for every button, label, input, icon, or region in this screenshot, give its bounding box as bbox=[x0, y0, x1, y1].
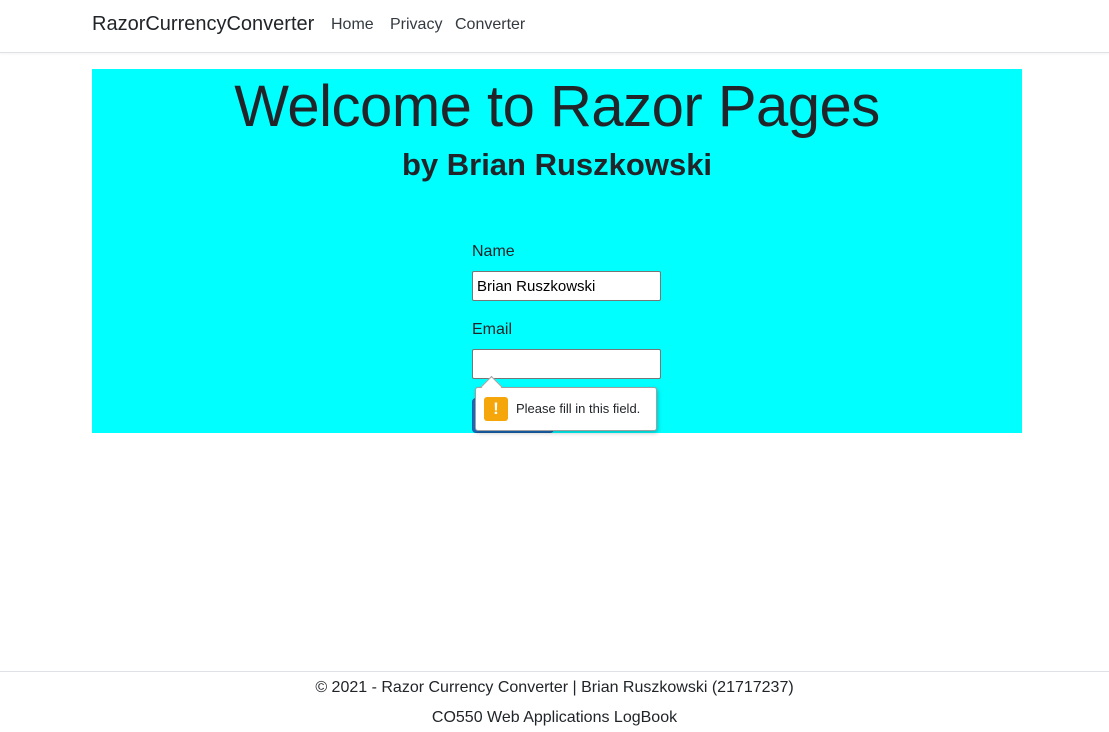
validation-tooltip: ! Please fill in this field. bbox=[475, 375, 657, 431]
nav-link-privacy[interactable]: Privacy bbox=[390, 16, 442, 34]
email-label: Email bbox=[472, 321, 513, 338]
page-title: Welcome to Razor Pages bbox=[234, 74, 880, 139]
footer-copyright: © 2021 - Razor Currency Converter | Bria… bbox=[315, 679, 794, 696]
warning-icon: ! bbox=[484, 397, 508, 421]
brand-link[interactable]: RazorCurrencyConverter bbox=[92, 13, 314, 36]
validation-message: Please fill in this field. bbox=[516, 401, 641, 416]
nav-link-home[interactable]: Home bbox=[331, 16, 374, 34]
page-footer: © 2021 - Razor Currency Converter | Bria… bbox=[0, 671, 1109, 732]
top-navbar: RazorCurrencyConverter Home Privacy Conv… bbox=[0, 0, 1109, 53]
name-label: Name bbox=[472, 243, 515, 260]
footer-logbook: CO550 Web Applications LogBook bbox=[431, 709, 678, 726]
name-input[interactable] bbox=[472, 271, 661, 301]
page-subtitle: by Brian Ruszkowski bbox=[401, 147, 713, 182]
nav-link-converter[interactable]: Converter bbox=[455, 16, 525, 34]
email-input[interactable] bbox=[472, 349, 661, 379]
